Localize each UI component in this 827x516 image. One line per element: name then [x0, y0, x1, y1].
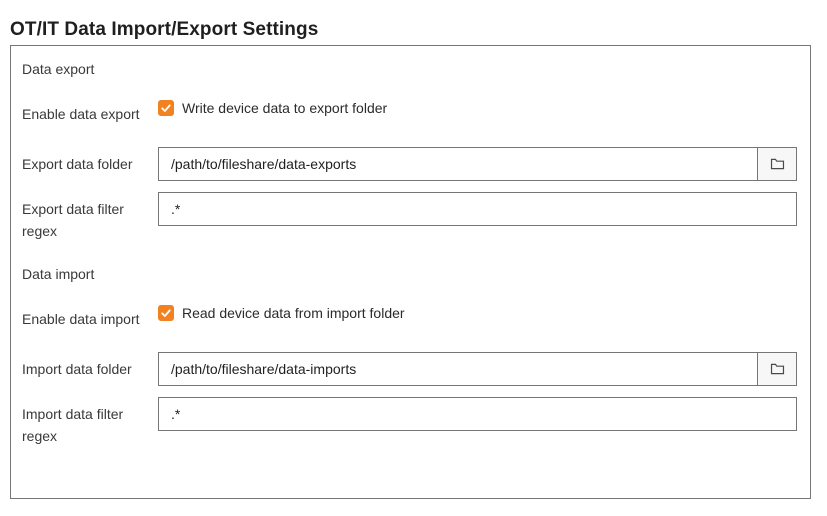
settings-page: OT/IT Data Import/Export Settings Data e… [0, 0, 827, 516]
enable-data-export-label: Enable data export [22, 100, 158, 125]
export-data-filter-regex-label: Export data filter regex [22, 192, 158, 242]
row-import-data-filter-regex: Import data filter regex [22, 397, 797, 447]
row-export-data-folder: Export data folder [22, 147, 797, 181]
export-data-filter-regex-input[interactable] [158, 192, 797, 226]
folder-icon [770, 157, 785, 171]
row-enable-data-import: Enable data import Read device data from… [22, 305, 797, 330]
checkmark-icon [160, 307, 172, 319]
section-heading-data-import: Data import [22, 265, 797, 283]
import-data-filter-regex-input[interactable] [158, 397, 797, 431]
import-folder-browse-button[interactable] [757, 352, 797, 386]
row-enable-data-export: Enable data export Write device data to … [22, 100, 797, 125]
enable-data-import-label: Enable data import [22, 305, 158, 330]
import-data-folder-control [158, 352, 797, 386]
enable-data-import-checkbox[interactable] [158, 305, 174, 321]
enable-data-export-checkbox[interactable] [158, 100, 174, 116]
section-heading-data-export: Data export [22, 60, 797, 78]
enable-data-export-checkbox-label[interactable]: Write device data to export folder [182, 100, 387, 116]
checkmark-icon [160, 102, 172, 114]
import-data-folder-label: Import data folder [22, 352, 158, 380]
export-data-filter-regex-control [158, 192, 797, 226]
page-title: OT/IT Data Import/Export Settings [10, 19, 318, 41]
import-data-filter-regex-control [158, 397, 797, 431]
export-data-folder-input[interactable] [158, 147, 758, 181]
enable-data-export-field: Write device data to export folder [158, 100, 797, 116]
folder-icon [770, 362, 785, 376]
export-data-folder-label: Export data folder [22, 147, 158, 175]
export-data-folder-control [158, 147, 797, 181]
import-data-filter-regex-label: Import data filter regex [22, 397, 158, 447]
row-import-data-folder: Import data folder [22, 352, 797, 386]
enable-data-import-field: Read device data from import folder [158, 305, 797, 321]
enable-data-import-checkbox-label[interactable]: Read device data from import folder [182, 305, 405, 321]
row-export-data-filter-regex: Export data filter regex [22, 192, 797, 242]
export-folder-browse-button[interactable] [757, 147, 797, 181]
import-data-folder-input[interactable] [158, 352, 758, 386]
import-export-settings-panel: Data export Enable data export Write dev… [10, 45, 811, 499]
